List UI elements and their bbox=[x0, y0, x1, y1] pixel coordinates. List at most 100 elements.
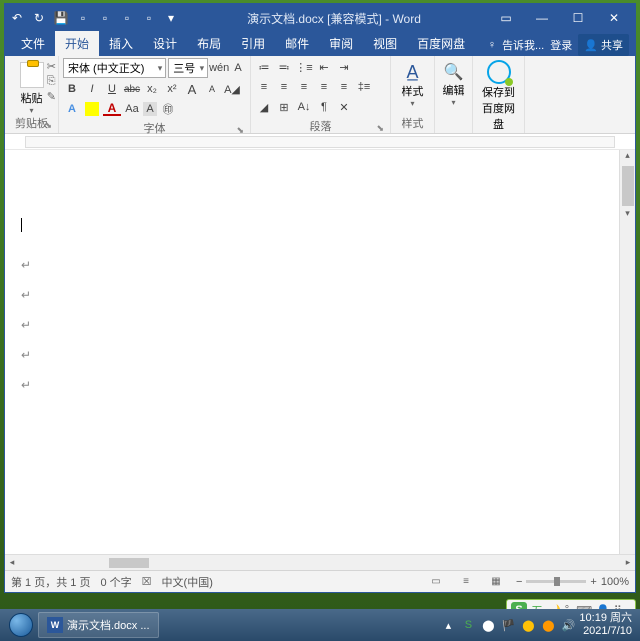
ruler[interactable] bbox=[5, 134, 635, 150]
launcher-icon[interactable]: ⬊ bbox=[376, 123, 384, 134]
shading-icon[interactable]: ◢ bbox=[255, 98, 273, 116]
char-shading-icon[interactable]: A bbox=[143, 102, 157, 116]
spellcheck-icon[interactable]: ☒ bbox=[142, 575, 152, 588]
cut-icon[interactable]: ✂ bbox=[47, 60, 56, 73]
text-effects-icon[interactable]: A bbox=[63, 100, 81, 118]
grow-font-icon[interactable]: A bbox=[183, 80, 201, 98]
save-baidu-button[interactable]: 保存到 百度网盘 bbox=[477, 60, 520, 132]
tray-flag-icon[interactable]: 🏴 bbox=[501, 618, 515, 632]
zoom-slider[interactable] bbox=[526, 580, 586, 583]
tab-layout[interactable]: 布局 bbox=[187, 31, 231, 56]
font-size-combo[interactable]: 三号 bbox=[168, 58, 208, 78]
qat-icon[interactable]: ▫ bbox=[119, 8, 135, 28]
tab-design[interactable]: 设计 bbox=[143, 31, 187, 56]
align-center-icon[interactable]: ≡ bbox=[275, 78, 293, 96]
numbering-icon[interactable]: ≕ bbox=[275, 58, 293, 76]
distribute-icon[interactable]: ≡ bbox=[335, 78, 353, 96]
scroll-right-icon[interactable]: ▸ bbox=[621, 557, 635, 568]
tray-up-icon[interactable]: ▴ bbox=[441, 618, 455, 632]
print-layout-icon[interactable]: ≡ bbox=[456, 574, 476, 590]
zoom-percent[interactable]: 100% bbox=[601, 576, 629, 588]
line-spacing-icon[interactable]: ‡≡ bbox=[355, 78, 373, 96]
share-button[interactable]: 👤 共享 bbox=[578, 34, 629, 56]
redo-icon[interactable]: ↻ bbox=[31, 8, 47, 28]
shrink-font-icon[interactable]: A bbox=[203, 80, 221, 98]
change-case-icon[interactable]: Aa bbox=[123, 100, 141, 118]
tray-icon[interactable]: ⬤ bbox=[481, 618, 495, 632]
scroll-left-icon[interactable]: ◂ bbox=[5, 557, 19, 568]
vertical-scrollbar[interactable]: ▴ ▾ bbox=[619, 150, 635, 554]
subscript-button[interactable]: x₂ bbox=[143, 80, 161, 98]
copy-icon[interactable]: ⎘ bbox=[47, 75, 56, 88]
scroll-down-icon[interactable]: ▾ bbox=[620, 208, 635, 222]
tab-references[interactable]: 引用 bbox=[231, 31, 275, 56]
bold-button[interactable]: B bbox=[63, 80, 81, 98]
tray-icon[interactable]: S bbox=[461, 618, 475, 632]
page[interactable]: ↵ ↵ ↵ ↵ ↵ bbox=[5, 150, 605, 554]
tab-home[interactable]: 开始 bbox=[55, 31, 99, 56]
font-color-icon[interactable]: A bbox=[103, 102, 121, 116]
ribbon-opts-icon[interactable]: ▭ bbox=[489, 8, 523, 28]
char-border-icon[interactable]: A bbox=[230, 59, 246, 77]
minimize-button[interactable]: — bbox=[525, 8, 559, 28]
format-painter-icon[interactable]: ✎ bbox=[47, 90, 56, 103]
phonetic-icon[interactable]: wén bbox=[210, 59, 228, 77]
font-name-combo[interactable]: 宋体 (中文正文) bbox=[63, 58, 166, 78]
bullets-icon[interactable]: ≔ bbox=[255, 58, 273, 76]
tab-mailings[interactable]: 邮件 bbox=[275, 31, 319, 56]
tellme-text[interactable]: 告诉我... bbox=[502, 37, 544, 53]
maximize-button[interactable]: ☐ bbox=[561, 8, 595, 28]
tray-volume-icon[interactable]: 🔊 bbox=[561, 618, 575, 632]
tab-file[interactable]: 文件 bbox=[11, 31, 55, 56]
tab-insert[interactable]: 插入 bbox=[99, 31, 143, 56]
word-count[interactable]: 0 个字 bbox=[100, 574, 131, 590]
sort-icon[interactable]: A↓ bbox=[295, 98, 313, 116]
login-button[interactable]: 登录 bbox=[550, 37, 572, 53]
underline-button[interactable]: U bbox=[103, 80, 121, 98]
italic-button[interactable]: I bbox=[83, 80, 101, 98]
dec-indent-icon[interactable]: ⇤ bbox=[315, 58, 333, 76]
highlight-icon[interactable] bbox=[83, 100, 101, 118]
tray-icon[interactable]: ⬤ bbox=[541, 618, 555, 632]
align-right-icon[interactable]: ≡ bbox=[295, 78, 313, 96]
document-area[interactable]: ↵ ↵ ↵ ↵ ↵ ▴ ▾ bbox=[5, 150, 635, 554]
align-left-icon[interactable]: ≡ bbox=[255, 78, 273, 96]
page-status[interactable]: 第 1 页，共 1 页 bbox=[11, 574, 90, 590]
web-layout-icon[interactable]: ▦ bbox=[486, 574, 506, 590]
launcher-icon[interactable]: ⬊ bbox=[44, 120, 52, 131]
tab-review[interactable]: 审阅 bbox=[319, 31, 363, 56]
horizontal-scrollbar[interactable]: ◂ ▸ bbox=[5, 554, 635, 570]
start-button[interactable] bbox=[4, 611, 38, 639]
enclose-icon[interactable]: ㊞ bbox=[159, 100, 177, 118]
tab-view[interactable]: 视图 bbox=[363, 31, 407, 56]
language-status[interactable]: 中文(中国) bbox=[162, 574, 213, 590]
text-direction-icon[interactable]: ✕ bbox=[335, 98, 353, 116]
qat-icon[interactable]: ▫ bbox=[141, 8, 157, 28]
undo-icon[interactable]: ↶ bbox=[9, 8, 25, 28]
taskbar-word-button[interactable]: W 演示文档.docx ... bbox=[38, 612, 159, 638]
justify-icon[interactable]: ≡ bbox=[315, 78, 333, 96]
strike-button[interactable]: abc bbox=[123, 80, 141, 98]
tray-icon[interactable]: ⬤ bbox=[521, 618, 535, 632]
tellme-icon[interactable]: ♀ bbox=[488, 39, 496, 51]
multilevel-icon[interactable]: ⋮≡ bbox=[295, 58, 313, 76]
taskbar-clock[interactable]: 10:19 周六 2021/7/10 bbox=[575, 612, 636, 638]
zoom-out-button[interactable]: − bbox=[516, 576, 522, 588]
borders-icon[interactable]: ⊞ bbox=[275, 98, 293, 116]
qat-icon[interactable]: ▫ bbox=[97, 8, 113, 28]
scroll-up-icon[interactable]: ▴ bbox=[620, 150, 635, 164]
superscript-button[interactable]: x² bbox=[163, 80, 181, 98]
read-mode-icon[interactable]: ▭ bbox=[426, 574, 446, 590]
inc-indent-icon[interactable]: ⇥ bbox=[335, 58, 353, 76]
scroll-thumb[interactable] bbox=[622, 166, 634, 206]
clear-format-icon[interactable]: A◢ bbox=[223, 80, 241, 98]
qat-icon[interactable]: ▫ bbox=[75, 8, 91, 28]
show-marks-icon[interactable]: ¶ bbox=[315, 98, 333, 116]
tab-baidu[interactable]: 百度网盘 bbox=[407, 31, 475, 56]
qat-more-icon[interactable]: ▾ bbox=[163, 8, 179, 28]
save-icon[interactable]: 💾 bbox=[53, 8, 69, 28]
edit-button[interactable]: 🔍 编辑 ▾ bbox=[439, 62, 468, 107]
zoom-in-button[interactable]: + bbox=[590, 576, 596, 588]
close-button[interactable]: ✕ bbox=[597, 8, 631, 28]
scroll-thumb[interactable] bbox=[109, 558, 149, 568]
